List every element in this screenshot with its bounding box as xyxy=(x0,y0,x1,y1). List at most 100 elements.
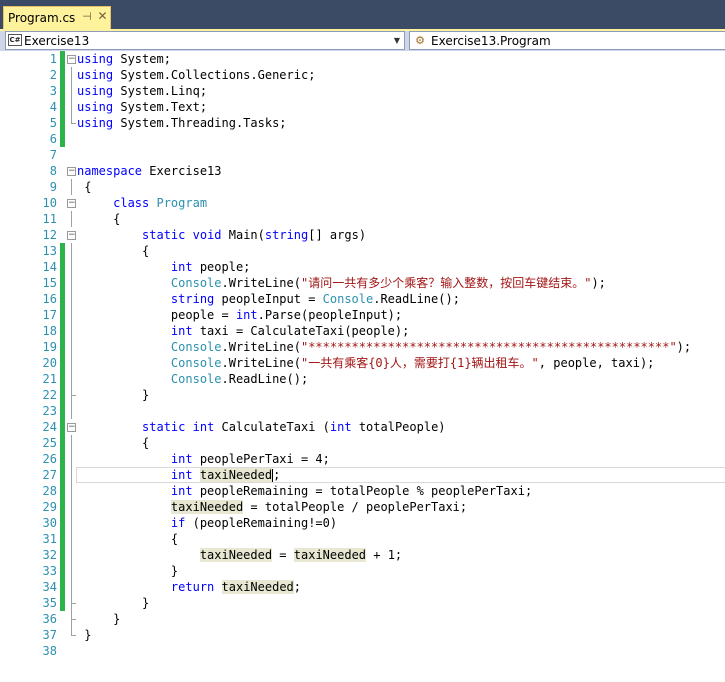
code-line[interactable]: 7 xyxy=(0,147,725,163)
code-line[interactable]: 4 using System.Text; xyxy=(0,99,725,115)
change-indicator xyxy=(60,339,65,355)
line-number: 21 xyxy=(42,372,57,386)
change-indicator xyxy=(60,627,65,643)
change-indicator xyxy=(60,483,65,499)
line-number: 35 xyxy=(42,596,57,610)
collapse-icon[interactable]: − xyxy=(67,231,76,240)
code-line[interactable]: 13 { xyxy=(0,243,725,259)
code-line[interactable]: 1 − using System; xyxy=(0,51,725,67)
code-line[interactable]: 10 − class Program xyxy=(0,195,725,211)
line-number: 5 xyxy=(49,116,57,130)
change-indicator xyxy=(60,259,65,275)
code-line[interactable]: 14 int people; xyxy=(0,259,725,275)
outline-guide xyxy=(71,467,72,483)
code-text: { xyxy=(77,212,121,226)
code-line[interactable]: 21 Console.ReadLine(); xyxy=(0,371,725,387)
tab-program-cs[interactable]: Program.cs ⊣ ✕ xyxy=(3,6,111,29)
outline-guide xyxy=(71,67,72,83)
outline-guide xyxy=(71,291,72,307)
code-text: int taxi = CalculateTaxi(people); xyxy=(170,324,410,338)
code-line[interactable]: 3 using System.Linq; xyxy=(0,83,725,99)
outline-guide xyxy=(71,243,72,259)
change-indicator xyxy=(60,307,65,323)
line-number: 3 xyxy=(49,84,57,98)
change-indicator xyxy=(60,243,65,259)
code-line[interactable]: 22 } xyxy=(0,387,725,403)
change-indicator xyxy=(60,467,65,483)
code-line[interactable]: 2 using System.Collections.Generic; xyxy=(0,67,725,83)
code-line[interactable]: 27 int taxiNeeded; xyxy=(0,467,725,483)
code-text: { xyxy=(77,244,150,258)
code-line[interactable]: 28 int peopleRemaining = totalPeople % p… xyxy=(0,483,725,499)
project-dropdown[interactable]: C# Exercise13 ▼ xyxy=(5,31,405,50)
code-text: if (peopleRemaining!=0) xyxy=(170,516,338,530)
line-number: 12 xyxy=(42,228,57,242)
code-line[interactable]: 30 if (peopleRemaining!=0) xyxy=(0,515,725,531)
code-line[interactable]: 36 } xyxy=(0,611,725,627)
code-line[interactable]: 8 − namespace Exercise13 xyxy=(0,163,725,179)
line-number: 32 xyxy=(42,548,57,562)
code-line[interactable]: 37 } xyxy=(0,627,725,643)
outline-guide xyxy=(71,483,72,499)
project-name: Exercise13 xyxy=(24,34,90,48)
change-indicator xyxy=(60,515,65,531)
code-line[interactable]: 5 using System.Threading.Tasks; xyxy=(0,115,725,131)
change-indicator xyxy=(60,355,65,371)
collapse-icon[interactable]: − xyxy=(67,55,76,64)
outline-guide xyxy=(71,211,72,227)
code-line[interactable]: 32 taxiNeeded = taxiNeeded + 1; xyxy=(0,547,725,563)
text-caret xyxy=(272,469,274,482)
outline-guide xyxy=(71,403,72,419)
change-indicator xyxy=(60,275,65,291)
code-line[interactable]: 11 { xyxy=(0,211,725,227)
pin-icon[interactable]: ⊣ xyxy=(81,10,93,24)
code-line[interactable]: 6 xyxy=(0,131,725,147)
change-indicator xyxy=(60,435,65,451)
code-editor[interactable]: 1− using System; 2 using System.Collections… xyxy=(0,51,725,682)
code-line[interactable]: 12 − static void Main(string[] args) xyxy=(0,227,725,243)
code-line[interactable]: 17 people = int.Parse(peopleInput); xyxy=(0,307,725,323)
code-line[interactable]: 35 } xyxy=(0,595,725,611)
code-text: } xyxy=(77,628,92,642)
collapse-icon[interactable]: − xyxy=(67,199,76,208)
change-indicator xyxy=(60,115,65,131)
code-line[interactable]: 25 { xyxy=(0,435,725,451)
code-line[interactable]: 38 xyxy=(0,643,725,659)
change-indicator xyxy=(60,371,65,387)
outline-guide xyxy=(71,531,72,547)
code-text: class Program xyxy=(113,196,208,210)
line-number: 34 xyxy=(42,580,57,594)
code-line[interactable]: 18 int taxi = CalculateTaxi(people); xyxy=(0,323,725,339)
scope-dropdown[interactable]: ⚙ Exercise13.Program xyxy=(409,31,725,50)
collapse-icon[interactable]: − xyxy=(67,167,76,176)
code-line[interactable]: 9 { xyxy=(0,179,725,195)
code-line[interactable]: 19 Console.WriteLine("******************… xyxy=(0,339,725,355)
code-text: Console.WriteLine("一共有乘客{0}人，需要打{1}辆出租车。… xyxy=(170,356,655,370)
navigation-bar: C# Exercise13 ▼ ⚙ Exercise13.Program xyxy=(0,31,725,51)
csharp-project-icon: C# xyxy=(8,34,22,46)
code-text: using System; xyxy=(77,52,171,66)
code-line[interactable]: 20 Console.WriteLine("一共有乘客{0}人，需要打{1}辆出… xyxy=(0,355,725,371)
outline-guide xyxy=(71,579,72,595)
code-line[interactable]: 15 Console.WriteLine("请问一共有多少个乘客？输入整数，按回… xyxy=(0,275,725,291)
code-text: Console.WriteLine("*********************… xyxy=(170,340,692,354)
code-line[interactable]: 26 int peoplePerTaxi = 4; xyxy=(0,451,725,467)
code-text: Console.WriteLine("请问一共有多少个乘客？输入整数，按回车键结… xyxy=(170,276,606,290)
close-icon[interactable]: ✕ xyxy=(96,9,109,24)
change-indicator xyxy=(60,563,65,579)
code-text: taxiNeeded = totalPeople / peoplePerTaxi… xyxy=(170,500,468,514)
code-text: using System.Text; xyxy=(77,100,208,114)
code-line[interactable]: 24 − static int CalculateTaxi (int totalP… xyxy=(0,419,725,435)
code-line[interactable]: 33 } xyxy=(0,563,725,579)
code-line[interactable]: 16 string peopleInput = Console.ReadLine… xyxy=(0,291,725,307)
collapse-icon[interactable]: − xyxy=(67,423,76,432)
code-line[interactable]: 29 taxiNeeded = totalPeople / peoplePerT… xyxy=(0,499,725,515)
change-indicator xyxy=(60,579,65,595)
code-line[interactable]: 23 xyxy=(0,403,725,419)
code-text: int peoplePerTaxi = 4; xyxy=(170,452,330,466)
line-number: 38 xyxy=(42,644,57,658)
code-line[interactable]: 31 { xyxy=(0,531,725,547)
code-line[interactable]: 34 return taxiNeeded; xyxy=(0,579,725,595)
document-tab-strip: Program.cs ⊣ ✕ xyxy=(0,0,725,29)
code-text: using System.Collections.Generic; xyxy=(77,68,316,82)
